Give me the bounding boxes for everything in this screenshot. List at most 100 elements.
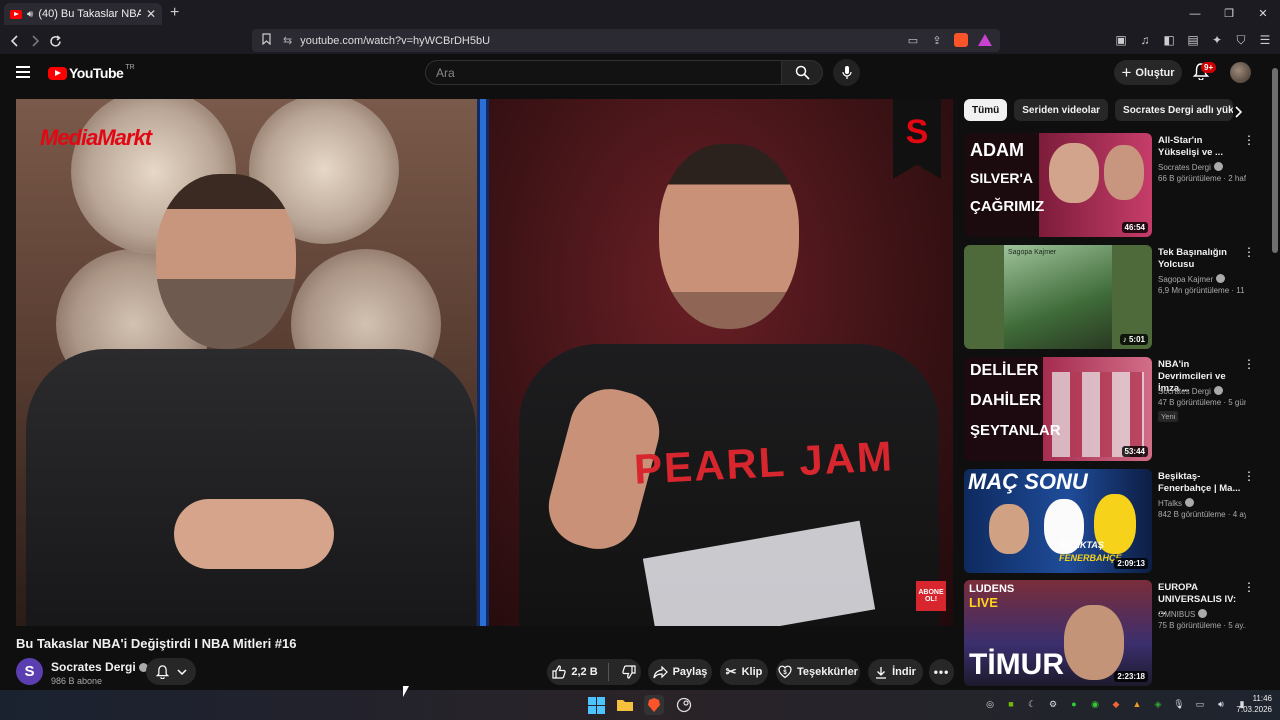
cast-icon[interactable]: ▭ <box>906 33 920 47</box>
speaker-icon[interactable]: 🔊︎ <box>27 9 33 20</box>
xbox-tray-icon[interactable]: ◉ <box>1088 697 1102 711</box>
steam-icon[interactable] <box>674 695 694 715</box>
video-thumbnail[interactable]: LUDENS LIVE TİMUR 2:23:18 <box>964 580 1152 686</box>
like-button[interactable]: 2,2 B <box>552 663 609 681</box>
network-icon[interactable]: ▭ <box>1193 697 1207 711</box>
mouse-cursor-icon <box>403 686 409 697</box>
voice-search-button[interactable] <box>833 59 860 86</box>
clock-date: 7.03.2026 <box>1236 705 1272 714</box>
more-vertical-icon[interactable]: ⋮ <box>1243 134 1255 149</box>
video-thumbnail[interactable]: MAÇ SONU BEŞİKTAŞ FENERBAHÇE 2:09:13 <box>964 469 1152 573</box>
forward-button[interactable] <box>25 31 45 51</box>
subscription-bell-button[interactable] <box>146 658 196 685</box>
chevron-right-icon[interactable] <box>1230 104 1246 120</box>
dislike-button[interactable] <box>614 665 636 679</box>
recommendation-title[interactable]: All-Star'ın Yükselişi ve ... <box>1158 135 1242 159</box>
channel-avatar[interactable]: S <box>16 658 43 685</box>
recommendation-title[interactable]: Beşiktaş-Fenerbahçe | Ma... <box>1158 471 1242 495</box>
search-input[interactable]: Ara <box>425 60 782 85</box>
account-avatar[interactable] <box>1230 62 1251 83</box>
chip-series[interactable]: Seriden videolar <box>1014 99 1109 121</box>
reload-button[interactable] <box>45 31 65 51</box>
clip-button[interactable]: ✂ Klip <box>720 659 768 685</box>
youtube-logo[interactable]: YouTube TR <box>48 63 135 81</box>
chip-uploader[interactable]: Socrates Dergi adlı yükleyi <box>1115 99 1234 121</box>
address-bar[interactable]: ⇆ youtube.com/watch?v=hyWCBrDH5bU ▭ ⇪ <box>252 29 1000 52</box>
file-explorer-icon[interactable] <box>615 695 635 715</box>
more-vertical-icon[interactable]: ⋮ <box>1243 581 1255 596</box>
brave-rewards-icon[interactable] <box>978 34 992 46</box>
sidebar-toggle-icon[interactable]: ◧ <box>1162 32 1176 48</box>
brave-shields-icon[interactable] <box>954 33 968 47</box>
page-scrollbar[interactable] <box>1270 54 1280 690</box>
subscribe-watermark[interactable]: ABONE OL! <box>916 581 946 611</box>
leo-ai-icon[interactable]: ✦ <box>1210 32 1224 48</box>
security-tray-icon[interactable]: ◆ <box>1109 697 1123 711</box>
recommendation-item[interactable]: Sagopa Kajmer ♪ 5:01 Tek Başınalığın Yol… <box>964 245 1264 349</box>
screenshot-icon[interactable]: ▣ <box>1114 32 1128 48</box>
more-vertical-icon[interactable]: ⋮ <box>1243 470 1255 485</box>
recommendation-channel[interactable]: Socrates Dergi <box>1158 161 1223 172</box>
volume-icon[interactable]: 🔊︎ <box>1214 697 1228 711</box>
guide-menu-icon[interactable] <box>16 66 30 78</box>
more-vertical-icon[interactable]: ⋮ <box>1243 358 1255 373</box>
restore-button[interactable]: ❐ <box>1212 0 1246 27</box>
create-button[interactable]: + Oluştur <box>1114 60 1182 85</box>
logo-country-code: TR <box>125 63 135 71</box>
vpn-shield-icon[interactable]: ⛉ <box>1234 32 1248 48</box>
settings-tray-icon[interactable]: ⚙ <box>1046 697 1060 711</box>
recommendation-channel[interactable]: Socrates Dergi <box>1158 385 1223 396</box>
thumbnail-text: FENERBAHÇE <box>1059 553 1122 563</box>
chip-all[interactable]: Tümü <box>964 99 1008 121</box>
new-tab-button[interactable]: + <box>170 4 179 22</box>
back-button[interactable] <box>5 31 25 51</box>
recommendation-channel[interactable]: HTalks <box>1158 497 1195 508</box>
more-actions-button[interactable]: ••• <box>929 659 954 685</box>
update-tray-icon[interactable]: ▲ <box>1130 697 1144 711</box>
scrollbar-thumb[interactable] <box>1272 68 1278 253</box>
nvidia-tray-icon[interactable]: ■ <box>1004 697 1018 711</box>
taskbar-clock[interactable]: 11:46 7.03.2026 <box>1232 693 1272 715</box>
site-info-icon[interactable]: ⇆ <box>283 34 292 47</box>
download-button[interactable]: İndir <box>868 659 923 685</box>
microphone-tray-icon[interactable]: 🎙︎ <box>1172 697 1186 711</box>
channel-name[interactable]: Socrates Dergi <box>51 660 148 674</box>
tab-close-icon[interactable]: ✕ <box>146 7 156 21</box>
bookmark-icon[interactable] <box>262 33 271 48</box>
app-tray-icon[interactable]: ● <box>1067 697 1081 711</box>
steam-tray-icon[interactable]: ◎ <box>983 697 997 711</box>
discord-tray-icon[interactable]: ☾ <box>1025 697 1039 711</box>
share-page-icon[interactable]: ⇪ <box>930 33 944 47</box>
search-button[interactable] <box>781 60 823 85</box>
recommendation-channel[interactable]: Sagopa Kajmer <box>1158 273 1226 284</box>
recommendation-item[interactable]: ADAM SILVER'A ÇAĞRIMIZ 46:54 All-Star'ın… <box>964 133 1264 237</box>
verified-check-icon <box>1198 609 1208 618</box>
clip-label: Klip <box>741 666 763 678</box>
bell-icon <box>155 664 169 679</box>
video-thumbnail[interactable]: DELİLER DAHİLER ŞEYTANLAR 53:44 <box>964 357 1152 461</box>
recommendation-item[interactable]: LUDENS LIVE TİMUR 2:23:18 EUROPA UNIVERS… <box>964 580 1264 686</box>
close-window-button[interactable]: ✕ <box>1246 0 1280 27</box>
share-label: Paylaş <box>672 666 708 678</box>
thanks-button[interactable]: $ Teşekkürler <box>776 659 860 685</box>
vpn-tray-icon[interactable]: ◈ <box>1151 697 1165 711</box>
start-button[interactable] <box>586 695 606 715</box>
video-player[interactable]: MediaMarkt PEARL JAM S ABONE OL! <box>16 99 953 626</box>
more-vertical-icon[interactable]: ⋮ <box>1243 246 1255 261</box>
browser-tab-youtube[interactable]: 🔊︎ (40) Bu Takaslar NBA'i Değişti ✕ <box>4 3 162 25</box>
wallet-icon[interactable]: ▤ <box>1186 32 1200 48</box>
video-thumbnail[interactable]: ADAM SILVER'A ÇAĞRIMIZ 46:54 <box>964 133 1152 237</box>
browser-menu-icon[interactable]: ☰ <box>1258 32 1272 48</box>
recommendation-meta: 75 B görüntüleme · 5 ay... <box>1158 621 1246 630</box>
music-icon[interactable]: ♫ <box>1138 32 1152 48</box>
recommendation-channel[interactable]: OMNIBUS <box>1158 608 1208 619</box>
share-button[interactable]: Paylaş <box>648 659 712 685</box>
video-thumbnail[interactable]: Sagopa Kajmer ♪ 5:01 <box>964 245 1152 349</box>
recommendation-title[interactable]: Tek Başınalığın Yolcusu <box>1158 247 1242 271</box>
url-text[interactable]: youtube.com/watch?v=hyWCBrDH5bU <box>300 35 490 47</box>
recommendation-item[interactable]: MAÇ SONU BEŞİKTAŞ FENERBAHÇE 2:09:13 Beş… <box>964 469 1264 573</box>
minimize-button[interactable]: — <box>1178 0 1212 27</box>
thumbs-down-icon <box>621 665 636 679</box>
recommendation-item[interactable]: DELİLER DAHİLER ŞEYTANLAR 53:44 NBA'in D… <box>964 357 1264 461</box>
brave-browser-icon[interactable] <box>644 695 664 715</box>
